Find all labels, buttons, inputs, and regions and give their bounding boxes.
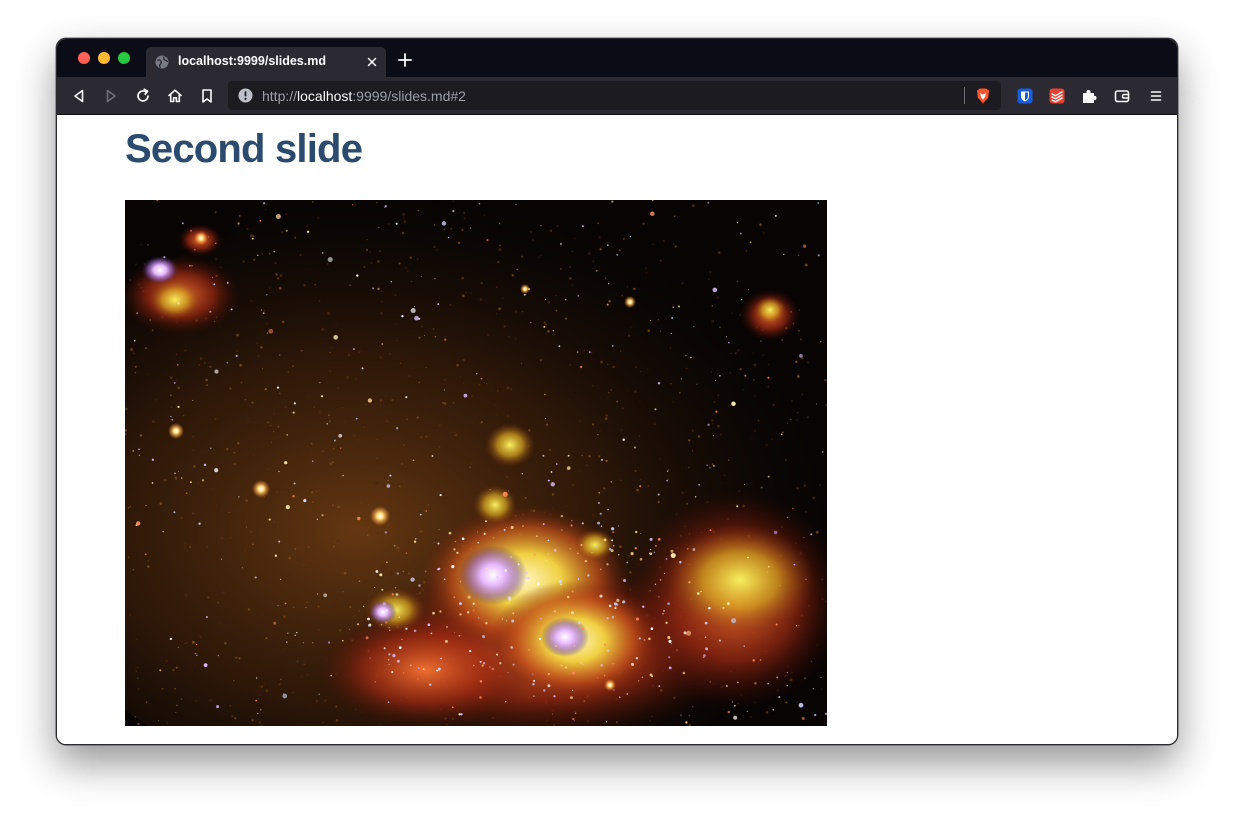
forward-arrow-icon[interactable]	[102, 87, 120, 105]
bitwarden-icon[interactable]	[1016, 87, 1034, 105]
tab-strip: localhost:9999/slides.md	[57, 39, 1177, 77]
url-bar[interactable]: http://localhost:9999/slides.md#2	[228, 81, 1001, 110]
url-divider	[964, 87, 965, 104]
globe-icon	[154, 54, 170, 70]
url-host: localhost	[297, 88, 353, 104]
todoist-icon[interactable]	[1048, 87, 1066, 105]
reload-icon[interactable]	[134, 87, 152, 105]
page-content: Second slide	[57, 115, 1177, 744]
info-icon[interactable]	[238, 88, 253, 103]
slide-title: Second slide	[125, 127, 363, 171]
url-scheme: http://	[262, 88, 298, 104]
brave-shield-icon[interactable]	[974, 87, 992, 105]
hamburger-menu-icon[interactable]	[1147, 87, 1165, 105]
back-arrow-icon[interactable]	[70, 87, 88, 105]
minimize-window-button[interactable]	[98, 52, 110, 64]
navigation-toolbar: http://localhost:9999/slides.md#2	[57, 77, 1177, 115]
puzzle-icon[interactable]	[1080, 87, 1098, 105]
zoom-window-button[interactable]	[118, 52, 130, 64]
url-path: :9999/slides.md#2	[352, 88, 466, 104]
tab-active[interactable]: localhost:9999/slides.md	[146, 47, 386, 77]
close-window-button[interactable]	[78, 52, 90, 64]
plus-icon[interactable]	[397, 52, 413, 68]
bookmark-icon[interactable]	[198, 87, 216, 105]
browser-window: localhost:9999/slides.md http://localhos…	[56, 38, 1178, 745]
home-icon[interactable]	[166, 87, 184, 105]
galaxy-image	[125, 200, 827, 726]
url-text[interactable]: http://localhost:9999/slides.md#2	[262, 88, 466, 104]
tab-title: localhost:9999/slides.md	[178, 54, 326, 68]
close-icon[interactable]	[364, 54, 380, 70]
wallet-icon[interactable]	[1113, 87, 1131, 105]
